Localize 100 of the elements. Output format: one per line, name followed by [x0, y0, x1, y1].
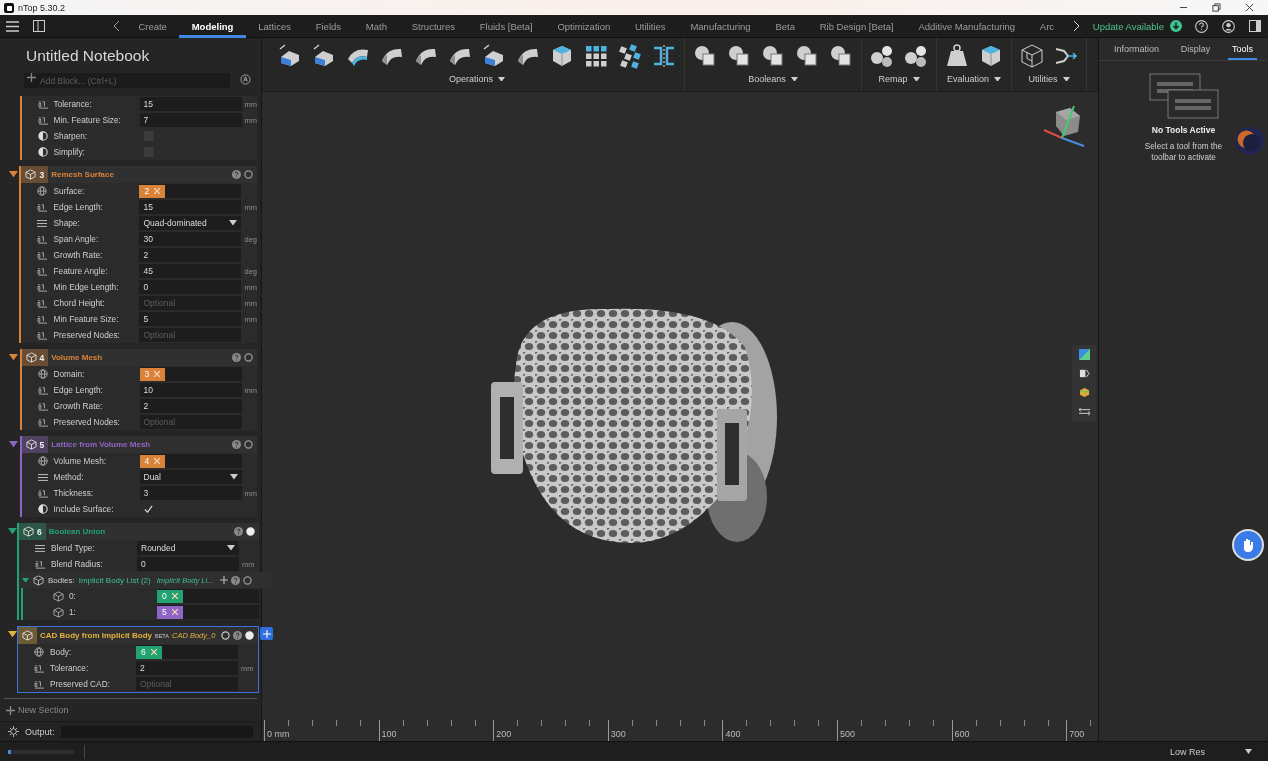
hand-tool-button[interactable]: [1232, 529, 1264, 561]
collapse-caret-icon[interactable]: [8, 528, 17, 535]
restore-icon[interactable]: [1212, 3, 1221, 12]
menu-tab[interactable]: Optimization: [545, 14, 623, 38]
shapes-icon[interactable]: [726, 43, 752, 69]
number-field[interactable]: 15: [139, 97, 242, 111]
menu-tab[interactable]: Structures: [399, 14, 468, 38]
collapse-caret-icon[interactable]: [9, 441, 19, 448]
dropdown[interactable]: Rounded: [137, 541, 239, 555]
checkbox[interactable]: [143, 504, 154, 514]
color-square-icon[interactable]: [1078, 349, 1090, 360]
dropdown[interactable]: Dual: [139, 470, 242, 484]
panel-toggle-icon[interactable]: [1249, 20, 1261, 32]
number-field[interactable]: 2: [139, 248, 242, 262]
menu-tab[interactable]: Math: [353, 14, 400, 38]
menu-tab[interactable]: Utilities: [622, 14, 678, 38]
menu-tab[interactable]: Fluids [Beta]: [467, 14, 545, 38]
group-menu-button[interactable]: Booleans: [744, 74, 802, 84]
number-field[interactable]: 5: [139, 312, 242, 326]
caret-icon[interactable]: [227, 545, 235, 551]
visibility-icon[interactable]: [243, 575, 253, 585]
caret-icon[interactable]: [994, 76, 1001, 82]
caret-icon[interactable]: [912, 76, 920, 82]
split-view-icon[interactable]: [1078, 368, 1090, 379]
group-menu-button[interactable]: Utilities: [1024, 74, 1074, 84]
scalar-icon: [37, 282, 49, 292]
menu-tab[interactable]: Beta: [763, 14, 808, 38]
number-field[interactable]: 7: [139, 113, 242, 127]
help-icon[interactable]: [1195, 19, 1208, 33]
collapse-caret-icon[interactable]: [8, 631, 17, 638]
cube-icon[interactable]: [1078, 387, 1090, 398]
menu-tab[interactable]: Fields: [303, 14, 354, 38]
caret-icon[interactable]: [790, 76, 798, 82]
spheres-icon[interactable]: [903, 43, 929, 69]
wireframe-cube-icon[interactable]: [1019, 43, 1045, 69]
caret-icon[interactable]: [1062, 76, 1070, 82]
update-link[interactable]: Update Available: [1092, 20, 1164, 32]
cube-icon: [25, 439, 37, 450]
measure-icon[interactable]: [1078, 406, 1090, 417]
menu-tab[interactable]: Lattices: [245, 14, 304, 38]
sidebar-toggle-icon[interactable]: [33, 20, 45, 32]
shapes-icon[interactable]: [828, 43, 854, 69]
new-section-button[interactable]: New Section: [0, 699, 261, 721]
notebook-title: Untitled Notebook: [25, 46, 151, 66]
download-icon[interactable]: [1170, 20, 1182, 32]
add-block-button[interactable]: [260, 627, 273, 640]
list-value: Implicit Body List (2): [78, 575, 151, 585]
menu-tab[interactable]: Manufacturing: [678, 14, 763, 38]
dropdown[interactable]: Quad-dominated: [139, 216, 242, 230]
number-field[interactable]: 30: [139, 232, 242, 246]
menu-tab[interactable]: Arc: [1027, 14, 1067, 38]
scattered-squares-icon[interactable]: [617, 43, 643, 69]
caret-icon[interactable]: [1245, 749, 1252, 754]
number-field[interactable]: 10: [139, 383, 242, 397]
collapse-caret-icon[interactable]: [9, 354, 19, 361]
field-label: Preserved CAD:: [50, 679, 111, 689]
user-icon[interactable]: [1222, 19, 1235, 33]
list-icon: [35, 543, 45, 553]
collapse-caret-icon[interactable]: [9, 171, 19, 178]
caret-icon[interactable]: [498, 76, 505, 82]
number-field[interactable]: 2: [136, 661, 238, 675]
remove-icon[interactable]: [171, 609, 178, 615]
refresh-icon[interactable]: [240, 73, 251, 85]
block-number: 4: [39, 352, 45, 363]
menu-tab[interactable]: Additive Manufacturing: [906, 14, 1028, 38]
caret-icon[interactable]: [229, 474, 238, 480]
number-field[interactable]: 15: [139, 200, 242, 214]
number-field[interactable]: 3: [139, 486, 242, 500]
panel-tab[interactable]: Display: [1176, 38, 1215, 60]
field-label: Span Angle:: [53, 234, 100, 244]
help-icon[interactable]: [231, 575, 241, 585]
group-menu-button[interactable]: Evaluation: [943, 74, 1005, 84]
orb-icon[interactable]: [1235, 126, 1265, 156]
resolution-dropdown[interactable]: Low Res: [1168, 746, 1254, 757]
shapes-icon[interactable]: [760, 43, 786, 69]
menu-tab[interactable]: Create: [126, 14, 180, 38]
number-field[interactable]: 45: [139, 264, 242, 278]
chevron-left-icon[interactable]: [113, 21, 120, 31]
chevron-right-icon[interactable]: [1072, 21, 1080, 31]
caret-icon[interactable]: [229, 220, 238, 226]
reference-field[interactable]: 5: [157, 605, 259, 619]
close-icon[interactable]: [1245, 3, 1254, 12]
shapes-icon[interactable]: [794, 43, 820, 69]
group-menu-button[interactable]: Remap: [874, 74, 924, 84]
bracket-icon[interactable]: [651, 43, 677, 69]
group-menu-button[interactable]: Operations: [445, 74, 509, 84]
number-field[interactable]: 2: [139, 399, 242, 413]
panel-tab[interactable]: Information: [1109, 38, 1163, 60]
number-field[interactable]: 0: [137, 557, 239, 571]
add-icon[interactable]: [220, 576, 229, 584]
menu-tab[interactable]: Rib Design [Beta]: [807, 14, 907, 38]
number-field[interactable]: 0: [139, 280, 242, 294]
shapes-icon[interactable]: [692, 43, 718, 69]
weight-icon[interactable]: [944, 43, 970, 69]
reference-chip[interactable]: 5: [157, 605, 183, 619]
field-label: Feature Angle:: [53, 266, 109, 276]
spheres-icon[interactable]: [869, 43, 895, 69]
grid-icon[interactable]: [583, 43, 609, 69]
panel-tab[interactable]: Tools: [1228, 38, 1258, 60]
menu-icon[interactable]: [6, 20, 19, 32]
